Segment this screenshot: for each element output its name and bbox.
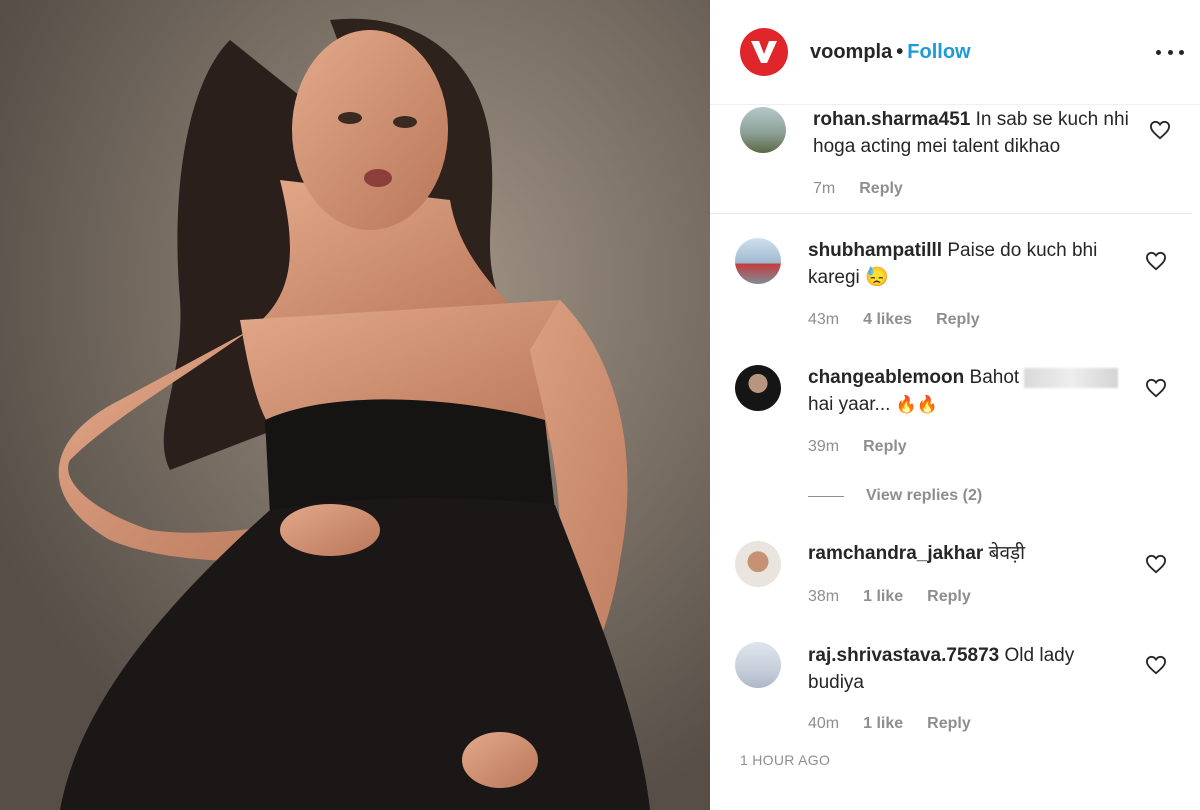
account-username[interactable]: voompla bbox=[810, 41, 892, 63]
likes-count[interactable]: 1 like bbox=[863, 588, 903, 606]
comment-username[interactable]: changeablemoon bbox=[808, 367, 964, 388]
view-replies-label: View replies (2) bbox=[866, 487, 983, 504]
avatar[interactable] bbox=[735, 541, 781, 587]
comment-username[interactable]: shubhampatilll bbox=[808, 240, 942, 261]
comment-username[interactable]: ramchandra_jakhar bbox=[808, 543, 983, 564]
divider bbox=[710, 213, 1192, 214]
comment-meta: 40m 1 like Reply bbox=[808, 715, 971, 733]
heart-icon[interactable] bbox=[1145, 655, 1167, 675]
comment-time: 40m bbox=[808, 715, 840, 732]
comment-meta: 7m Reply bbox=[813, 180, 903, 198]
header-separator: • bbox=[896, 40, 904, 63]
comment-time: 38m bbox=[808, 588, 840, 605]
comment-time: 39m bbox=[808, 438, 840, 455]
header-text: voompla • Follow bbox=[810, 41, 971, 64]
comment-meta: 39m Reply bbox=[808, 438, 907, 456]
post-timestamp: 1 HOUR AGO bbox=[740, 752, 831, 768]
post-photo[interactable] bbox=[0, 0, 710, 810]
avatar[interactable] bbox=[735, 238, 781, 284]
comment-text: shubhampatilll Paise do kuch bhi karegi … bbox=[808, 237, 1128, 291]
reply-button[interactable]: Reply bbox=[927, 715, 971, 733]
comment-text: ramchandra_jakhar बेवड़ी bbox=[808, 540, 1128, 567]
view-replies-button[interactable]: View replies (2) bbox=[808, 487, 982, 505]
v-logo-icon bbox=[751, 41, 777, 63]
likes-count[interactable]: 4 likes bbox=[863, 311, 912, 329]
avatar[interactable] bbox=[740, 107, 786, 153]
comment-username[interactable]: raj.shrivastava.75873 bbox=[808, 645, 999, 666]
comment-text: changeablemoon Bahot hai yaar... 🔥🔥 bbox=[808, 364, 1128, 418]
reply-button[interactable]: Reply bbox=[936, 311, 980, 329]
comment-text: rohan.sharma451 In sab se kuch nhi hoga … bbox=[813, 106, 1133, 160]
avatar[interactable] bbox=[735, 642, 781, 688]
heart-icon[interactable] bbox=[1149, 120, 1171, 140]
comment-content: बेवड़ी bbox=[988, 543, 1026, 564]
comment-text: raj.shrivastava.75873 Old lady budiya bbox=[808, 642, 1128, 696]
reply-button[interactable]: Reply bbox=[927, 588, 971, 606]
avatar[interactable] bbox=[735, 365, 781, 411]
comment-time: 7m bbox=[813, 180, 836, 197]
reply-button[interactable]: Reply bbox=[863, 438, 907, 456]
comments-panel: voompla • Follow rohan.sharma451 In sab se… bbox=[710, 0, 1200, 810]
sweat-emoji: 😓 bbox=[865, 267, 889, 288]
comment-meta: 38m 1 like Reply bbox=[808, 588, 971, 606]
likes-count[interactable]: 1 like bbox=[863, 715, 903, 733]
follow-button[interactable]: Follow bbox=[907, 41, 970, 63]
comment-meta: 43m 4 likes Reply bbox=[808, 311, 980, 329]
blurred-word bbox=[1024, 367, 1119, 388]
replies-line bbox=[808, 495, 844, 497]
more-options-icon[interactable] bbox=[1156, 40, 1184, 64]
photo-illustration bbox=[0, 0, 710, 810]
reply-button[interactable]: Reply bbox=[859, 180, 903, 198]
fire-emoji: 🔥🔥 bbox=[895, 395, 939, 414]
comment-content-end: hai yaar... bbox=[808, 394, 891, 415]
comment-username[interactable]: rohan.sharma451 bbox=[813, 109, 970, 130]
heart-icon[interactable] bbox=[1145, 554, 1167, 574]
heart-icon[interactable] bbox=[1145, 251, 1167, 271]
comment-time: 43m bbox=[808, 311, 840, 328]
brand-avatar[interactable] bbox=[740, 28, 788, 76]
post-header: voompla • Follow bbox=[710, 0, 1200, 105]
heart-icon[interactable] bbox=[1145, 378, 1167, 398]
comment-content-start: Bahot bbox=[969, 367, 1020, 388]
